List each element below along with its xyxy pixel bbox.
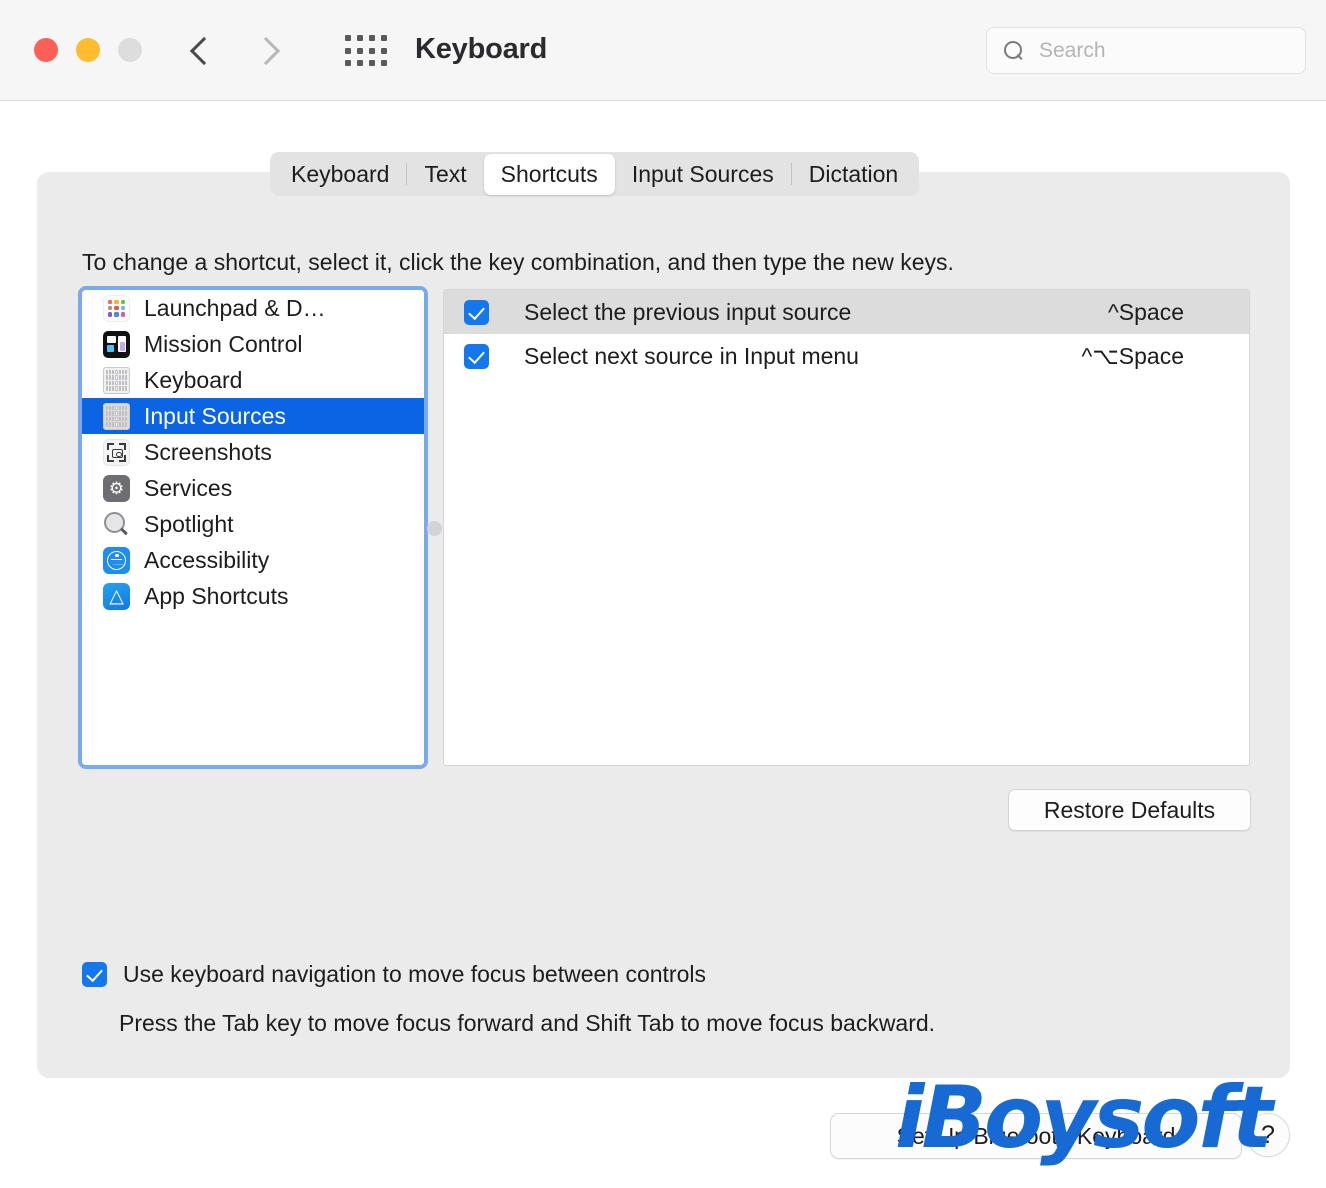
grid-dot bbox=[345, 47, 351, 54]
forward-arrow-icon[interactable] bbox=[256, 28, 280, 72]
keyboard-navigation-row[interactable]: Use keyboard navigation to move focus be… bbox=[82, 961, 706, 988]
screenshots-icon bbox=[103, 438, 130, 466]
tab-bar: Keyboard Text Shortcuts Input Sources Di… bbox=[270, 152, 920, 196]
grid-dot bbox=[369, 47, 375, 54]
grid-dot bbox=[345, 35, 351, 41]
tab-shortcuts[interactable]: Shortcuts bbox=[483, 153, 615, 195]
sidebar-item-label: Launchpad & D… bbox=[144, 294, 326, 321]
sidebar-item-keyboard[interactable]: Keyboard bbox=[82, 362, 424, 398]
keyboard-navigation-hint: Press the Tab key to move focus forward … bbox=[119, 1010, 936, 1036]
set-up-bluetooth-keyboard-button[interactable]: Set Up Bluetooth Keyboard bbox=[830, 1113, 1242, 1159]
launchpad-icon bbox=[103, 294, 130, 322]
pane-splitter-handle[interactable] bbox=[427, 521, 442, 536]
shortcut-enabled-checkbox[interactable] bbox=[464, 299, 489, 325]
sidebar-item-label: Mission Control bbox=[144, 330, 303, 357]
keyboard-navigation-checkbox[interactable] bbox=[82, 962, 107, 987]
shortcut-keys[interactable]: ^⌥Space bbox=[1081, 343, 1184, 370]
close-window-button[interactable] bbox=[34, 38, 58, 62]
tab-dictation[interactable]: Dictation bbox=[792, 154, 915, 195]
shortcut-keys[interactable]: ^Space bbox=[1108, 299, 1184, 326]
sidebar-item-label: App Shortcuts bbox=[144, 582, 289, 609]
sidebar-item-app-shortcuts[interactable]: △ App Shortcuts bbox=[82, 578, 424, 614]
search-field[interactable]: Search bbox=[986, 27, 1306, 74]
keyboard-navigation-label: Use keyboard navigation to move focus be… bbox=[123, 961, 706, 987]
sidebar-item-input-sources[interactable]: Input Sources bbox=[82, 398, 424, 434]
accessibility-icon bbox=[103, 546, 130, 574]
grid-dot bbox=[357, 35, 363, 41]
grid-dot bbox=[369, 60, 375, 67]
tab-text[interactable]: Text bbox=[407, 154, 483, 195]
restore-defaults-button[interactable]: Restore Defaults bbox=[1008, 789, 1251, 831]
sidebar-item-services[interactable]: ⚙ Services bbox=[82, 470, 424, 506]
minimize-window-button[interactable] bbox=[76, 38, 100, 62]
shortcut-category-list[interactable]: Launchpad & D… Mission Control Keyboard bbox=[78, 286, 428, 769]
shortcut-name: Select the previous input source bbox=[524, 298, 852, 325]
grid-dot bbox=[381, 60, 387, 67]
traffic-lights bbox=[34, 38, 142, 62]
sidebar-item-mission-control[interactable]: Mission Control bbox=[82, 326, 424, 362]
grid-dot bbox=[381, 47, 387, 54]
mission-control-icon bbox=[103, 330, 130, 358]
page-title: Keyboard bbox=[415, 33, 548, 65]
keyboard-icon bbox=[103, 366, 130, 394]
window-titlebar: Keyboard Search bbox=[0, 0, 1326, 101]
navigation-arrows bbox=[190, 28, 280, 72]
sidebar-item-label: Accessibility bbox=[144, 546, 270, 573]
help-button[interactable]: ? bbox=[1246, 1113, 1290, 1157]
zoom-window-button[interactable] bbox=[118, 38, 142, 62]
sidebar-item-launchpad[interactable]: Launchpad & D… bbox=[82, 290, 424, 326]
sidebar-item-label: Screenshots bbox=[144, 438, 272, 465]
table-row[interactable]: Select next source in Input menu ^⌥Space bbox=[444, 334, 1249, 378]
sidebar-list: Launchpad & D… Mission Control Keyboard bbox=[82, 290, 424, 765]
sidebar-item-accessibility[interactable]: Accessibility bbox=[82, 542, 424, 578]
show-all-grid-icon[interactable] bbox=[345, 35, 389, 69]
search-icon bbox=[1003, 40, 1025, 62]
sidebar-item-label: Input Sources bbox=[144, 402, 286, 429]
tab-keyboard[interactable]: Keyboard bbox=[274, 154, 406, 195]
sidebar-item-label: Keyboard bbox=[144, 366, 243, 393]
grid-dot bbox=[357, 60, 363, 67]
sidebar-item-screenshots[interactable]: Screenshots bbox=[82, 434, 424, 470]
instruction-text: To change a shortcut, select it, click t… bbox=[82, 249, 954, 275]
search-input[interactable]: Search bbox=[1039, 39, 1106, 63]
sidebar-item-spotlight[interactable]: Spotlight bbox=[82, 506, 424, 542]
grid-dot bbox=[381, 35, 387, 41]
services-gear-icon: ⚙ bbox=[103, 474, 130, 502]
grid-dot bbox=[369, 35, 375, 41]
tab-input-sources[interactable]: Input Sources bbox=[615, 154, 791, 195]
shortcut-enabled-checkbox[interactable] bbox=[464, 343, 489, 369]
app-store-icon: △ bbox=[103, 582, 130, 610]
back-arrow-icon[interactable] bbox=[190, 28, 214, 72]
sidebar-item-label: Services bbox=[144, 474, 233, 501]
shortcut-name: Select next source in Input menu bbox=[524, 342, 859, 369]
input-sources-icon bbox=[103, 402, 130, 430]
grid-dot bbox=[357, 47, 363, 54]
shortcut-list: Select the previous input source ^Space … bbox=[443, 289, 1250, 766]
table-row[interactable]: Select the previous input source ^Space bbox=[444, 290, 1249, 334]
sidebar-item-label: Spotlight bbox=[144, 510, 234, 537]
spotlight-icon bbox=[103, 511, 130, 538]
grid-dot bbox=[345, 60, 351, 67]
